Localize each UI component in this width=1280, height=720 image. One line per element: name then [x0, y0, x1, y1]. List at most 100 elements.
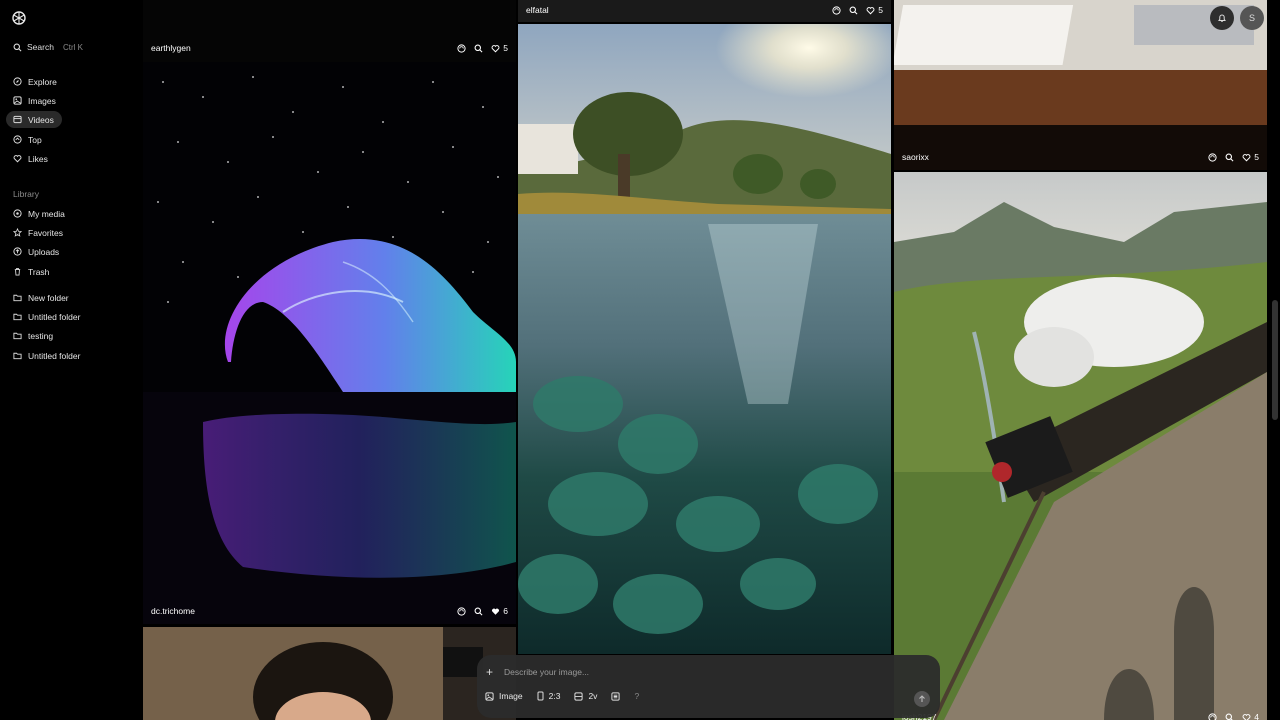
card-username[interactable]: saorixx — [902, 152, 929, 162]
heart-icon — [13, 155, 22, 163]
card-actions: 6 — [457, 606, 508, 616]
folder-icon — [13, 332, 22, 340]
add-attachment-button[interactable]: + — [486, 665, 493, 679]
prompt-tools: Image 2:3 2v ? — [485, 691, 639, 701]
steam-train-viaduct-image — [894, 172, 1267, 720]
image-icon — [13, 96, 22, 105]
sidebar-item-trash[interactable]: Trash — [6, 263, 86, 280]
search-icon — [13, 43, 22, 51]
folder-label: Untitled folder — [28, 311, 81, 322]
help-button[interactable]: ? — [634, 691, 639, 701]
prompt-input[interactable]: Describe your image... — [504, 667, 589, 677]
folder-icon — [13, 352, 22, 360]
like-count[interactable]: 4 — [1242, 712, 1259, 720]
portrait-image — [143, 627, 516, 720]
sidebar-item-my-media[interactable]: My media — [6, 205, 86, 222]
card-actions: 4 — [1208, 712, 1259, 720]
search-icon[interactable] — [474, 44, 483, 53]
card-username[interactable]: elfatal — [526, 5, 549, 15]
search-icon[interactable] — [849, 6, 858, 15]
search-icon[interactable] — [1225, 153, 1234, 162]
aspect-ratio-selector[interactable]: 2:3 — [537, 691, 561, 701]
mode-selector[interactable]: Image — [485, 691, 523, 701]
notifications-button[interactable] — [1210, 6, 1234, 30]
aspect-ratio-icon — [537, 691, 544, 701]
search-button[interactable]: Search Ctrl K — [6, 38, 88, 56]
heart-icon — [866, 6, 875, 14]
remix-icon[interactable] — [832, 5, 841, 15]
sidebar-item-likes[interactable]: Likes — [6, 150, 62, 167]
submit-button[interactable] — [914, 691, 930, 707]
top-icon — [13, 135, 22, 144]
search-icon[interactable] — [474, 607, 483, 616]
folder-label: Untitled folder — [28, 350, 81, 361]
card-actions: 5 — [457, 43, 508, 53]
heart-icon — [1242, 713, 1251, 720]
card-bar: earthlygen 5 — [143, 38, 516, 58]
card-username[interactable]: earthlygen — [151, 43, 191, 53]
compass-icon — [13, 77, 22, 86]
like-count-value: 4 — [1254, 712, 1259, 720]
card-bar: josh2197 4 — [894, 710, 1267, 720]
variants-selector[interactable]: 2v — [574, 691, 597, 701]
heart-icon — [491, 44, 500, 52]
like-count[interactable]: 5 — [866, 5, 883, 15]
folder-label: New folder — [28, 292, 69, 303]
sidebar-item-videos[interactable]: Videos — [6, 111, 62, 128]
like-count-value: 6 — [503, 606, 508, 616]
sidebar-item-top[interactable]: Top — [6, 131, 62, 148]
like-count[interactable]: 6 — [491, 606, 508, 616]
user-avatar[interactable]: S — [1240, 6, 1264, 30]
sidebar-folder-untitled-1[interactable]: Untitled folder — [6, 308, 106, 325]
lake-landscape-image — [518, 24, 891, 654]
sidebar-item-label: Trash — [28, 266, 50, 277]
folder-icon — [13, 294, 22, 302]
like-count[interactable]: 5 — [491, 43, 508, 53]
aspect-ratio-label: 2:3 — [548, 691, 561, 701]
media-card-elfatal-top[interactable]: elfatal 5 — [518, 0, 891, 22]
sidebar-item-favorites[interactable]: Favorites — [6, 224, 86, 241]
top-right-controls: S — [1210, 6, 1264, 30]
prompt-composer: + Describe your image... Image 2:3 2v ? — [477, 655, 940, 718]
remix-icon[interactable] — [1208, 712, 1217, 720]
scrollbar[interactable] — [1272, 300, 1278, 420]
sidebar-folder-untitled-2[interactable]: Untitled folder — [6, 347, 106, 364]
card-username[interactable]: dc.trichome — [151, 606, 195, 616]
sidebar-item-label: My media — [28, 208, 65, 219]
presets-button[interactable] — [611, 691, 621, 701]
remix-icon[interactable] — [457, 606, 466, 616]
arrow-up-icon — [919, 695, 925, 702]
sidebar-item-label: Top — [28, 134, 42, 145]
media-card-earthlygen-top[interactable]: earthlygen 5 — [143, 0, 516, 62]
sidebar-item-explore[interactable]: Explore — [6, 73, 62, 90]
sidebar-item-label: Explore — [28, 76, 57, 87]
folder-icon — [13, 313, 22, 321]
avatar-initial: S — [1248, 13, 1255, 23]
sidebar-item-uploads[interactable]: Uploads — [6, 243, 86, 260]
media-card-portrait[interactable] — [143, 627, 516, 720]
search-icon[interactable] — [1225, 713, 1234, 720]
help-label: ? — [634, 691, 640, 701]
card-bar: dc.trichome 6 — [143, 601, 516, 621]
image-icon — [485, 691, 494, 701]
sidebar-folder-new-folder[interactable]: New folder — [6, 289, 106, 306]
glowing-creature-image — [143, 62, 516, 624]
sidebar-item-label: Likes — [28, 153, 48, 164]
search-label: Search — [27, 42, 54, 52]
variants-icon — [574, 691, 584, 701]
sidebar-item-images[interactable]: Images — [6, 92, 62, 109]
openai-logo-icon[interactable] — [11, 10, 27, 26]
sidebar-folder-testing[interactable]: testing — [6, 327, 106, 344]
remix-icon[interactable] — [1208, 152, 1217, 162]
like-count[interactable]: 5 — [1242, 152, 1259, 162]
sidebar-item-label: Images — [28, 95, 56, 106]
card-bar: elfatal 5 — [518, 0, 891, 20]
remix-icon[interactable] — [457, 43, 466, 53]
sidebar-item-label: Favorites — [28, 227, 63, 238]
media-card-josh[interactable]: josh2197 4 — [894, 172, 1267, 720]
media-card-lake[interactable] — [518, 24, 891, 654]
media-card-dctrichome[interactable]: dc.trichome 6 — [143, 62, 516, 624]
mode-label: Image — [499, 691, 523, 701]
card-actions: 5 — [832, 5, 883, 15]
card-actions: 5 — [1208, 152, 1259, 162]
